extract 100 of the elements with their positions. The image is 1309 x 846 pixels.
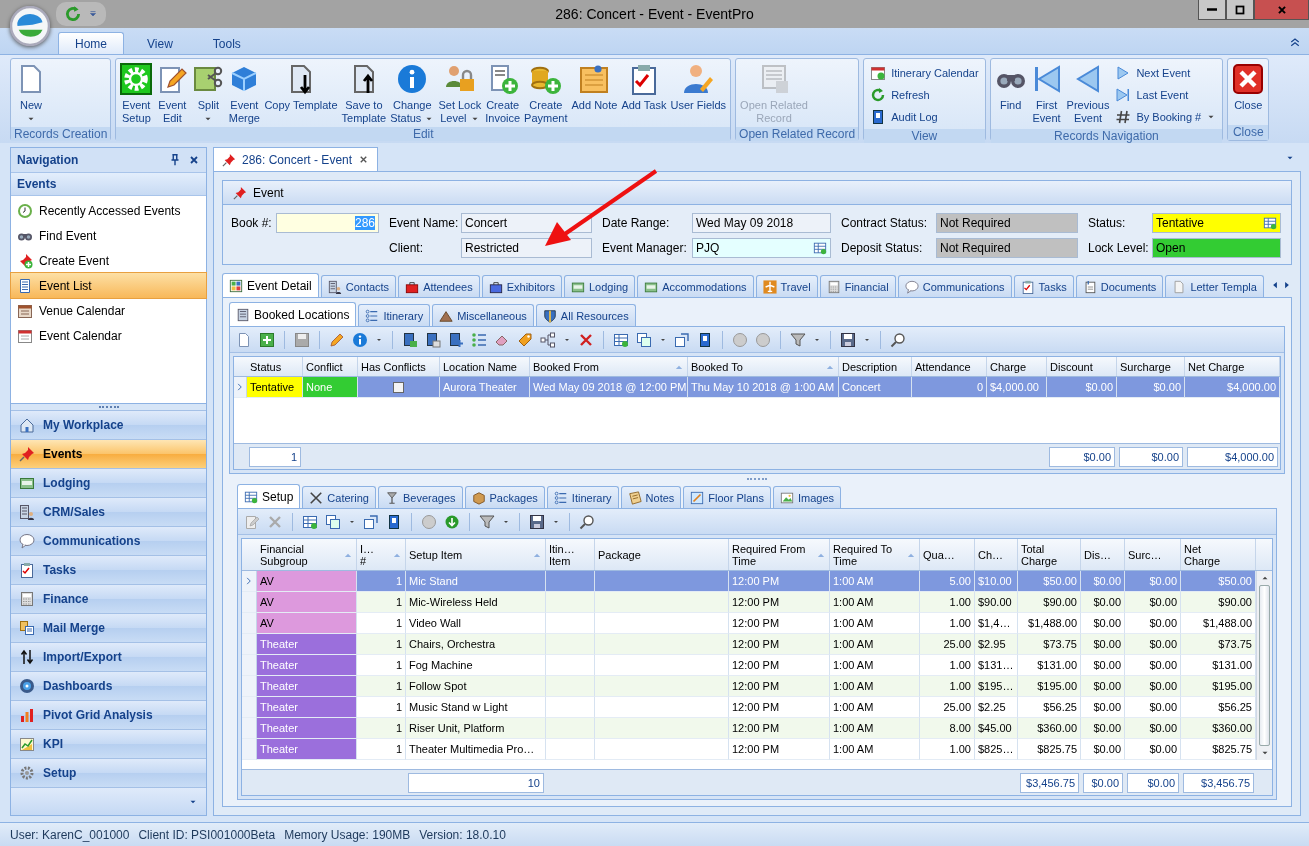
table-icon[interactable]: [613, 331, 629, 348]
tab[interactable]: Financial: [819, 275, 896, 297]
pencil-icon[interactable]: [329, 331, 345, 348]
document-icon[interactable]: [448, 331, 464, 348]
circle-icon[interactable]: [732, 331, 748, 348]
column-header[interactable]: Ch…: [975, 539, 1018, 570]
circle-icon[interactable]: [755, 331, 771, 348]
page-icon[interactable]: [236, 331, 252, 348]
ribbon-button[interactable]: Change Status: [388, 61, 437, 127]
delete-icon[interactable]: [578, 331, 594, 348]
tab[interactable]: Accommodations: [637, 275, 754, 297]
tab[interactable]: Communications: [897, 275, 1012, 297]
tab[interactable]: Itinerary: [358, 304, 431, 326]
info-icon[interactable]: [352, 331, 368, 348]
nav-module[interactable]: Mail Merge: [11, 613, 206, 642]
column-header[interactable]: Status: [247, 357, 303, 376]
ribbon-button[interactable]: Event Edit: [154, 61, 191, 127]
ribbon-button[interactable]: Refresh: [870, 85, 979, 105]
circle-icon[interactable]: [421, 513, 437, 530]
column-header[interactable]: Net Charge: [1181, 539, 1256, 570]
tab[interactable]: Images: [773, 486, 842, 508]
document-icon[interactable]: [402, 331, 418, 348]
ribbon-tab[interactable]: View: [130, 32, 190, 54]
column-header[interactable]: Charge: [987, 357, 1047, 376]
document-icon[interactable]: [425, 331, 441, 348]
close-button[interactable]: [1254, 0, 1309, 20]
tab[interactable]: Notes: [620, 486, 682, 508]
table-icon[interactable]: [1263, 216, 1277, 230]
column-header[interactable]: Qua…: [920, 539, 975, 570]
ribbon-button[interactable]: New: [13, 61, 49, 127]
column-header[interactable]: Discount: [1047, 357, 1117, 376]
tab[interactable]: Attendees: [398, 275, 480, 297]
ribbon-button[interactable]: Previous Event: [1064, 61, 1112, 127]
tab[interactable]: Catering: [302, 486, 376, 508]
search-icon[interactable]: [890, 331, 906, 348]
copy-icon[interactable]: [636, 331, 652, 348]
tab[interactable]: Tasks: [1013, 275, 1074, 297]
nav-module[interactable]: Communications: [11, 526, 206, 555]
text-field[interactable]: Concert: [461, 213, 592, 233]
column-header[interactable]: Surc…: [1125, 539, 1181, 570]
tab[interactable]: Travel: [755, 275, 818, 297]
ribbon-tab[interactable]: Tools: [195, 32, 258, 54]
ribbon-button[interactable]: Close: [1230, 61, 1267, 114]
document-tab[interactable]: 286: Concert - Event: [213, 147, 379, 171]
column-header[interactable]: Required To Time: [830, 539, 920, 570]
nav-module[interactable]: Tasks: [11, 555, 206, 584]
column-header[interactable]: Itin… Item: [546, 539, 595, 570]
column-header[interactable]: Package: [595, 539, 729, 570]
nav-module[interactable]: My Workplace: [11, 410, 206, 439]
tag-icon[interactable]: [517, 331, 533, 348]
column-header[interactable]: Setup Item: [406, 539, 546, 570]
column-header[interactable]: Financial Subgroup: [257, 539, 357, 570]
column-header[interactable]: Dis…: [1081, 539, 1125, 570]
collapse-icon[interactable]: [1289, 36, 1301, 48]
tab[interactable]: Event Detail: [222, 273, 319, 297]
nav-module[interactable]: CRM/Sales: [11, 497, 206, 526]
nav-item[interactable]: Venue Calendar: [11, 298, 206, 323]
minimize-button[interactable]: [1198, 0, 1226, 20]
book-icon[interactable]: [697, 331, 713, 348]
nav-module[interactable]: Lodging: [11, 468, 206, 497]
scrollbar[interactable]: [1256, 571, 1272, 760]
nav-module[interactable]: KPI: [11, 729, 206, 758]
search-icon[interactable]: [579, 513, 595, 530]
checklist-icon[interactable]: [471, 331, 487, 348]
ribbon-button[interactable]: By Booking #: [1115, 107, 1217, 127]
column-header[interactable]: Booked From: [530, 357, 688, 376]
ribbon-button[interactable]: Create Payment: [522, 61, 570, 127]
text-field[interactable]: Open: [1152, 238, 1281, 258]
column-header[interactable]: Required From Time: [729, 539, 830, 570]
ribbon-button[interactable]: Create Invoice: [483, 61, 523, 127]
tab[interactable]: Letter Templa: [1165, 275, 1264, 297]
ribbon-button[interactable]: Find: [992, 61, 1029, 114]
tab[interactable]: Setup: [237, 484, 301, 508]
filter-icon[interactable]: [479, 513, 495, 530]
column-header[interactable]: I… #: [357, 539, 406, 570]
tab[interactable]: Packages: [464, 486, 545, 508]
tab[interactable]: Documents: [1075, 275, 1164, 297]
ribbon-button[interactable]: Last Event: [1115, 85, 1217, 105]
save-icon[interactable]: [529, 513, 545, 530]
column-header[interactable]: Net Charge: [1185, 357, 1280, 376]
nav-item[interactable]: Event List: [11, 273, 206, 298]
ribbon-tab[interactable]: Home: [58, 32, 124, 54]
ribbon-button[interactable]: Copy Template: [262, 61, 340, 114]
text-field[interactable]: Not Required: [936, 238, 1078, 258]
save-icon[interactable]: [840, 331, 856, 348]
text-field[interactable]: Tentative: [1152, 213, 1281, 233]
book-icon[interactable]: [386, 513, 402, 530]
tab[interactable]: Itinerary: [546, 486, 619, 508]
maximize-button[interactable]: [1226, 0, 1254, 20]
nav-module[interactable]: Import/Export: [11, 642, 206, 671]
ribbon-button[interactable]: Set Lock Level: [436, 61, 484, 127]
nav-item[interactable]: Recently Accessed Events: [11, 198, 206, 223]
nav-module[interactable]: Events: [11, 439, 206, 468]
ribbon-button[interactable]: First Event: [1028, 61, 1065, 127]
column-header[interactable]: Total Charge: [1018, 539, 1081, 570]
tab[interactable]: Booked Locations: [229, 302, 357, 326]
text-field[interactable]: Wed May 09 2018: [692, 213, 831, 233]
window-icon[interactable]: [363, 513, 379, 530]
tab[interactable]: Miscellaneous: [432, 304, 534, 326]
checkbox[interactable]: [393, 381, 404, 393]
